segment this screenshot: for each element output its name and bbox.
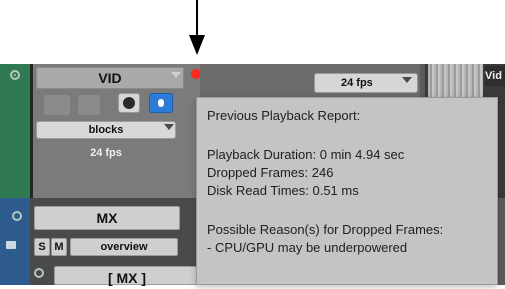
playback-duration: Playback Duration: 0 min 4.94 sec — [207, 147, 405, 162]
video-track-color-edge — [30, 64, 33, 198]
mx-track-name[interactable]: MX — [34, 206, 180, 230]
track-rec-button[interactable] — [78, 95, 100, 115]
track-options-icon[interactable] — [34, 268, 44, 278]
reasons-title: Possible Reason(s) for Dropped Frames: — [207, 222, 444, 237]
down-arrow-icon — [196, 0, 198, 36]
chevron-down-icon[interactable] — [164, 124, 174, 130]
mute-button[interactable]: M — [51, 238, 67, 256]
playback-report-popup: Previous Playback Report: Playback Durat… — [196, 97, 498, 285]
popup-title: Previous Playback Report: — [207, 108, 361, 123]
online-o-icon — [156, 97, 166, 109]
playlist-selector[interactable]: blocks — [36, 121, 176, 139]
dropped-frames: Dropped Frames: 246 — [207, 165, 334, 180]
online-button[interactable] — [149, 93, 173, 113]
view-selector[interactable]: overview — [70, 238, 178, 256]
video-track-name[interactable]: VID — [36, 67, 184, 89]
solo-button[interactable]: S — [34, 238, 50, 256]
chevron-down-icon[interactable] — [171, 72, 181, 78]
track-options-icon[interactable] — [12, 211, 22, 221]
chevron-down-icon[interactable] — [402, 77, 412, 83]
disk-read-times: Disk Read Times: 0.51 ms — [207, 183, 359, 198]
clock-icon — [123, 97, 135, 109]
video-track-fps: 24 fps — [90, 147, 122, 159]
down-arrow-head — [189, 35, 205, 55]
track-input-button[interactable] — [44, 95, 70, 115]
folder-icon[interactable] — [6, 241, 16, 249]
video-clip-label: Vid — [485, 66, 505, 86]
timebase-button[interactable] — [118, 93, 140, 113]
next-track-name[interactable]: [ MX ] — [54, 266, 200, 286]
timeline-fps-dropdown[interactable]: 24 fps — [314, 73, 418, 93]
track-options-icon[interactable] — [10, 70, 20, 80]
video-track-color-strip — [0, 64, 30, 198]
reason-item: - CPU/GPU may be underpowered — [207, 240, 408, 255]
